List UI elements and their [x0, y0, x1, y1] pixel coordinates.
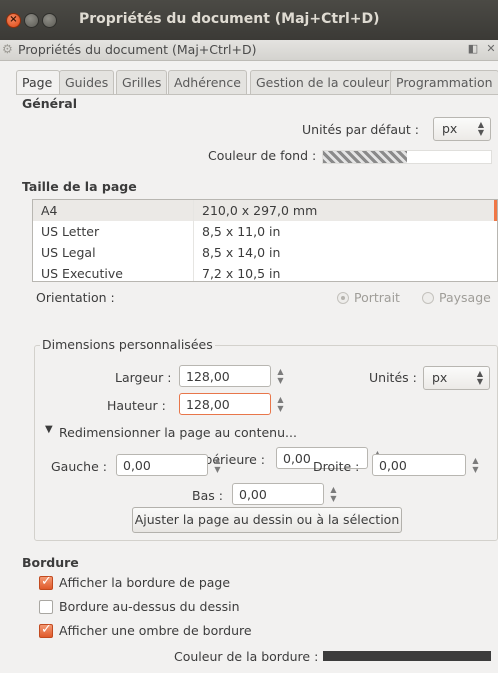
bottom-margin-input[interactable]: 0,00: [232, 483, 324, 505]
landscape-radio[interactable]: [422, 292, 434, 304]
landscape-label: Paysage: [439, 290, 491, 305]
portrait-label: Portrait: [354, 290, 400, 305]
orientation-label: Orientation :: [36, 290, 115, 305]
height-input[interactable]: 128,00: [179, 393, 271, 415]
border-heading: Bordure: [22, 555, 79, 570]
units-label: Unités :: [369, 370, 417, 385]
left-margin-input[interactable]: 0,00: [116, 454, 208, 476]
background-color-swatch[interactable]: [322, 150, 492, 164]
gear-icon: ⚙: [2, 42, 13, 56]
resize-to-content-expander[interactable]: Redimensionner la page au contenu...: [59, 425, 297, 440]
left-margin-label: Gauche :: [51, 459, 107, 474]
show-shadow-label: Afficher une ombre de bordure: [59, 623, 252, 638]
default-units-value: px: [442, 121, 458, 136]
custom-size-legend: Dimensions personnalisées: [40, 337, 215, 352]
default-units-label: Unités par défaut :: [302, 122, 420, 137]
show-shadow-checkbox[interactable]: [39, 622, 53, 638]
column-divider: [193, 200, 194, 281]
tab-scripting[interactable]: Programmation: [390, 70, 498, 94]
tab-color-management[interactable]: Gestion de la couleur: [250, 70, 396, 94]
height-stepper[interactable]: ▲ ▼: [274, 393, 287, 415]
bottom-margin-stepper[interactable]: ▲ ▼: [327, 483, 340, 505]
window-minimize-button[interactable]: [24, 13, 39, 28]
width-label: Largeur :: [115, 370, 172, 385]
combo-arrows-icon: ▲ ▼: [477, 120, 484, 137]
tab-grids[interactable]: Grilles: [116, 70, 168, 94]
close-icon: ×: [9, 14, 18, 25]
border-color-label: Couleur de la bordure :: [174, 649, 319, 664]
general-heading: Général: [22, 96, 77, 111]
row-name: US Legal: [41, 245, 96, 260]
row-name: US Letter: [41, 224, 100, 239]
row-name: US Executive: [41, 266, 123, 281]
show-border-label: Afficher la bordure de page: [59, 575, 231, 590]
table-row[interactable]: A4 210,0 x 297,0 mm: [33, 200, 497, 221]
window-title: Propriétés du document (Maj+Ctrl+D): [79, 11, 380, 27]
units-value: px: [432, 370, 448, 385]
table-row[interactable]: US Legal 8,5 x 14,0 in: [33, 242, 497, 263]
table-row[interactable]: US Executive 7,2 x 10,5 in: [33, 263, 497, 281]
dock-iconify-icon[interactable]: ◧: [466, 42, 480, 56]
combo-arrows-icon: ▲ ▼: [476, 369, 483, 386]
fit-page-button[interactable]: Ajuster la page au dessin ou à la sélect…: [132, 507, 402, 533]
window-close-button[interactable]: ×: [6, 13, 21, 28]
portrait-radio[interactable]: [337, 292, 349, 304]
right-margin-label: Droite :: [313, 459, 360, 474]
checkerboard-pattern: [323, 151, 407, 163]
tab-divider: [16, 94, 498, 95]
units-combo[interactable]: px ▲ ▼: [423, 366, 490, 390]
border-color-swatch[interactable]: [323, 651, 491, 661]
row-size: 210,0 x 297,0 mm: [202, 203, 318, 218]
border-on-top-label: Bordure au-dessus du dessin: [59, 599, 240, 614]
row-name: A4: [41, 203, 58, 218]
border-on-top-checkbox[interactable]: [39, 600, 53, 614]
right-margin-stepper[interactable]: ▲ ▼: [469, 454, 482, 476]
row-size: 8,5 x 14,0 in: [202, 245, 281, 260]
height-label: Hauteur :: [107, 398, 166, 413]
left-margin-stepper[interactable]: ▲ ▼: [211, 454, 224, 476]
expander-triangle-icon[interactable]: ▼: [45, 424, 53, 435]
default-units-combo[interactable]: px ▲ ▼: [433, 117, 491, 141]
width-input[interactable]: 128,00: [179, 365, 271, 387]
bottom-margin-label: Bas :: [192, 488, 223, 503]
table-row[interactable]: US Letter 8,5 x 11,0 in: [33, 221, 497, 242]
row-size: 8,5 x 11,0 in: [202, 224, 281, 239]
tab-page[interactable]: Page: [16, 70, 60, 95]
dock-close-icon[interactable]: ✕: [484, 42, 498, 56]
dock-title: Propriétés du document (Maj+Ctrl+D): [18, 42, 257, 57]
page-size-table[interactable]: A4 210,0 x 297,0 mm US Letter 8,5 x 11,0…: [32, 199, 498, 282]
tab-guides[interactable]: Guides: [59, 70, 115, 94]
show-border-checkbox[interactable]: [39, 574, 53, 590]
page-size-heading: Taille de la page: [22, 179, 137, 194]
width-stepper[interactable]: ▲ ▼: [274, 365, 287, 387]
right-margin-input[interactable]: 0,00: [372, 454, 466, 476]
window-maximize-button[interactable]: [42, 13, 57, 28]
row-size: 7,2 x 10,5 in: [202, 266, 281, 281]
tab-snapping[interactable]: Adhérence: [168, 70, 247, 94]
background-color-label: Couleur de fond :: [208, 148, 317, 163]
